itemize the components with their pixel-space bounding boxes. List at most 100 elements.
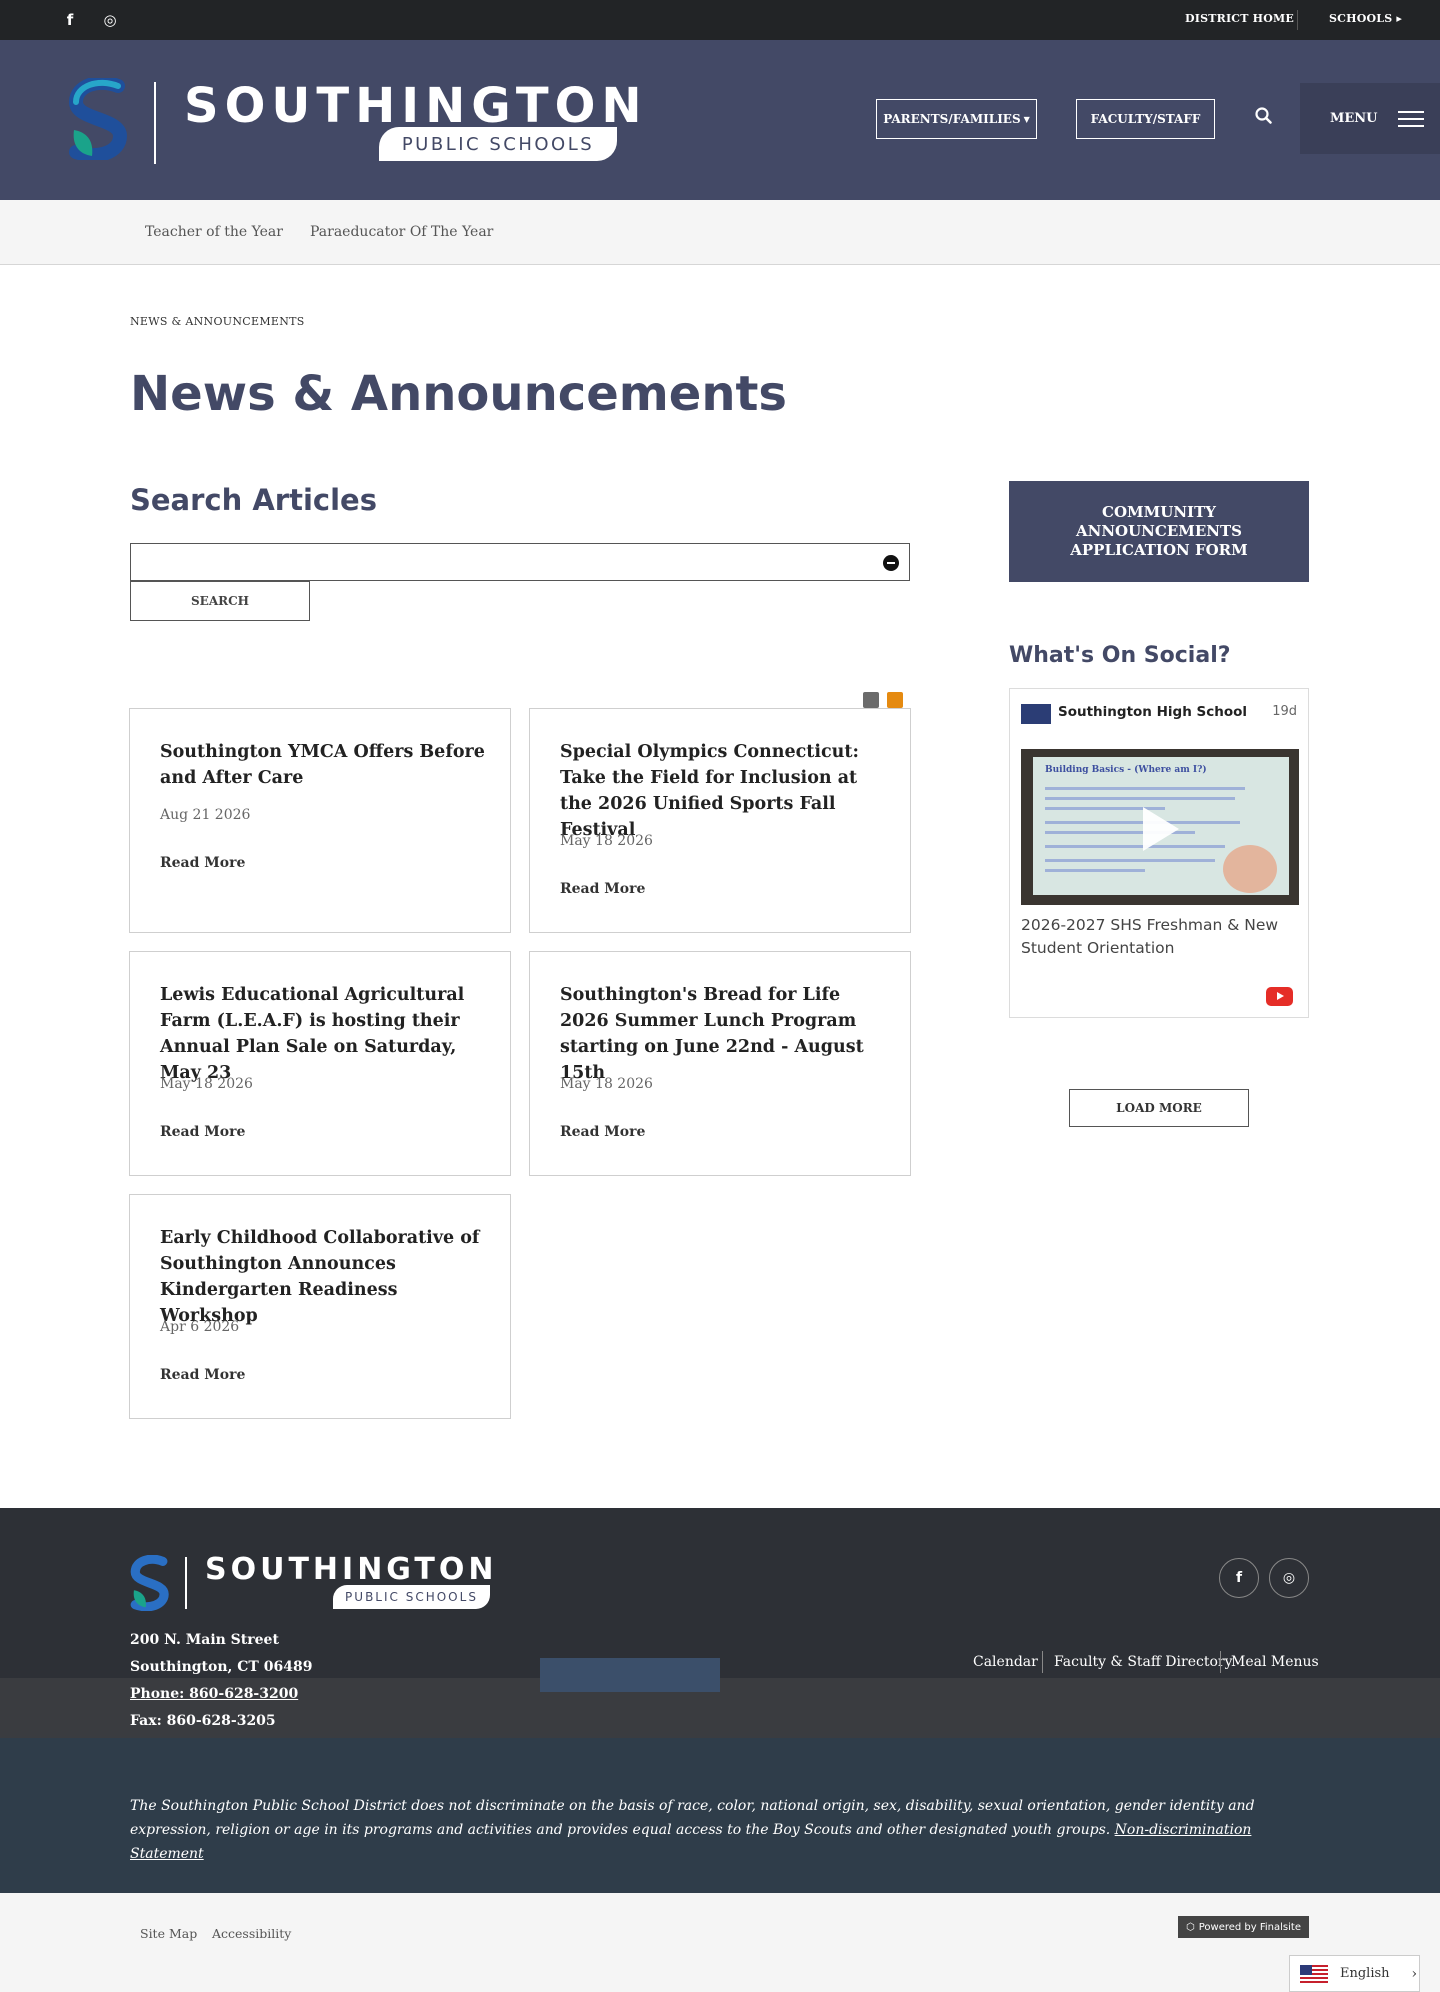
schools-label: SCHOOLS bbox=[1329, 12, 1393, 25]
clear-icon[interactable] bbox=[883, 555, 899, 571]
instagram-icon[interactable]: ◎ bbox=[90, 0, 130, 40]
section-subnav: Teacher of the Year Paraeducator Of The … bbox=[0, 200, 1440, 265]
divider bbox=[1220, 1651, 1221, 1673]
finalsite-icon: ⬡ bbox=[1186, 1921, 1195, 1933]
site-footer: SOUTHINGTON PUBLIC SCHOOLS 200 N. Main S… bbox=[0, 1508, 1440, 1893]
social-heading: What's On Social? bbox=[1009, 643, 1231, 668]
news-card[interactable]: Special Olympics Connecticut: Take the F… bbox=[529, 708, 911, 933]
caret-down-icon: ▼ bbox=[1023, 114, 1030, 124]
logo-wordmark: SOUTHINGTON bbox=[184, 78, 648, 134]
read-more-link[interactable]: Read More bbox=[160, 1124, 245, 1140]
footer-logo[interactable]: SOUTHINGTON PUBLIC SCHOOLS bbox=[130, 1555, 510, 1615]
news-card-title[interactable]: Special Olympics Connecticut: Take the F… bbox=[560, 739, 885, 843]
news-card-title[interactable]: Early Childhood Collaborative of Southin… bbox=[160, 1225, 485, 1329]
search-button[interactable]: SEARCH bbox=[130, 581, 310, 621]
page-title: News & Announcements bbox=[130, 366, 787, 422]
news-card-date: Apr 6 2026 bbox=[160, 1319, 240, 1335]
district-home-link[interactable]: DISTRICT HOME bbox=[1185, 12, 1294, 25]
divider bbox=[1042, 1651, 1043, 1673]
hamburger-icon bbox=[1397, 106, 1424, 132]
schools-dropdown[interactable]: SCHOOLS ▸ bbox=[1329, 12, 1402, 25]
us-flag-icon bbox=[1300, 1964, 1328, 1983]
subnav-teacher-of-the-year[interactable]: Teacher of the Year bbox=[145, 224, 283, 240]
subnav-paraeducator-of-the-year[interactable]: Paraeducator Of The Year bbox=[310, 224, 493, 240]
search-input[interactable] bbox=[130, 543, 910, 581]
utility-bar: f ◎ DISTRICT HOME SCHOOLS ▸ bbox=[0, 0, 1440, 40]
presenter-silhouette bbox=[1223, 845, 1277, 893]
language-label: English bbox=[1340, 1966, 1390, 1981]
powered-label: Powered by Finalsite bbox=[1198, 1921, 1301, 1933]
search-heading: Search Articles bbox=[130, 483, 377, 517]
slide-title: Building Basics - (Where am I?) bbox=[1045, 765, 1207, 775]
news-card-date: May 18 2026 bbox=[560, 833, 653, 849]
community-announcements-button[interactable]: COMMUNITY ANNOUNCEMENTS APPLICATION FORM bbox=[1009, 481, 1309, 582]
footer-link-directory[interactable]: Faculty & Staff Directory bbox=[1054, 1654, 1232, 1670]
news-card[interactable]: Lewis Educational Agricultural Farm (L.E… bbox=[129, 951, 511, 1176]
fax-number: Fax: 860-628-3205 bbox=[130, 1713, 276, 1729]
facebook-icon[interactable]: f bbox=[1219, 1558, 1259, 1598]
post-caption[interactable]: 2026-2027 SHS Freshman & New Student Ori… bbox=[1021, 914, 1301, 960]
post-age: 19d bbox=[1272, 704, 1297, 719]
parents-families-label: PARENTS/FAMILIES bbox=[883, 112, 1021, 126]
search-icon[interactable] bbox=[1254, 106, 1274, 126]
notification-bell-icon[interactable] bbox=[887, 692, 903, 708]
read-more-link[interactable]: Read More bbox=[560, 881, 645, 897]
footer-logo-subtitle: PUBLIC SCHOOLS bbox=[333, 1585, 490, 1609]
instagram-icon[interactable]: ◎ bbox=[1269, 1558, 1309, 1598]
slide-text-line bbox=[1045, 787, 1245, 790]
accessibility-link[interactable]: Accessibility bbox=[212, 1926, 291, 1941]
news-card-title[interactable]: Southington's Bread for Life 2026 Summer… bbox=[560, 982, 885, 1086]
read-more-link[interactable]: Read More bbox=[160, 855, 245, 871]
slide-text-line bbox=[1045, 859, 1215, 862]
slide-text-line bbox=[1045, 845, 1225, 848]
logo-subtitle: PUBLIC SCHOOLS bbox=[379, 127, 617, 161]
account-avatar bbox=[1021, 704, 1051, 724]
footer-logo-wordmark: SOUTHINGTON bbox=[205, 1552, 498, 1587]
slide-text-line bbox=[1045, 869, 1145, 872]
logo-s-icon bbox=[68, 78, 128, 160]
district-logo[interactable]: SOUTHINGTON PUBLIC SCHOOLS bbox=[68, 78, 642, 173]
phone-link[interactable]: Phone: 860-628-3200 bbox=[130, 1686, 298, 1702]
address-street: 200 N. Main Street bbox=[130, 1632, 279, 1648]
youtube-icon[interactable] bbox=[1266, 987, 1293, 1006]
news-card-title[interactable]: Lewis Educational Agricultural Farm (L.E… bbox=[160, 982, 485, 1086]
news-card-date: May 18 2026 bbox=[160, 1076, 253, 1092]
news-card[interactable]: Southington's Bread for Life 2026 Summer… bbox=[529, 951, 911, 1176]
social-post[interactable]: Southington High School 19d Building Bas… bbox=[1009, 688, 1309, 1018]
bottom-bar: Site Map Accessibility ⬡ Powered by Fina… bbox=[0, 1893, 1440, 1992]
video-thumbnail[interactable]: Building Basics - (Where am I?) bbox=[1021, 749, 1299, 905]
read-more-link[interactable]: Read More bbox=[160, 1367, 245, 1383]
chevron-right-icon: › bbox=[1411, 1965, 1418, 1982]
divider bbox=[1297, 10, 1298, 30]
faculty-staff-button[interactable]: FACULTY/STAFF bbox=[1076, 99, 1215, 139]
nondiscrimination-text: The Southington Public School District d… bbox=[130, 1794, 1260, 1866]
play-icon[interactable] bbox=[1143, 807, 1179, 851]
site-header: SOUTHINGTON PUBLIC SCHOOLS PARENTS/FAMIL… bbox=[0, 40, 1440, 200]
site-map-link[interactable]: Site Map bbox=[140, 1926, 197, 1941]
menu-label: MENU bbox=[1330, 111, 1378, 126]
menu-button[interactable]: MENU bbox=[1300, 83, 1440, 154]
slide-text-line bbox=[1045, 797, 1235, 800]
account-name[interactable]: Southington High School bbox=[1058, 704, 1247, 720]
address-city: Southington, CT 06489 bbox=[130, 1659, 313, 1675]
language-selector[interactable]: English › bbox=[1289, 1955, 1420, 1992]
facebook-icon[interactable]: f bbox=[50, 0, 90, 40]
news-card-date: Aug 21 2026 bbox=[160, 807, 251, 823]
news-card-date: May 18 2026 bbox=[560, 1076, 653, 1092]
footer-background bbox=[540, 1658, 720, 1692]
news-card[interactable]: Early Childhood Collaborative of Southin… bbox=[129, 1194, 511, 1419]
news-card[interactable]: Southington YMCA Offers Before and After… bbox=[129, 708, 511, 933]
caret-right-icon: ▸ bbox=[1396, 12, 1403, 25]
logo-divider bbox=[185, 1557, 187, 1609]
load-more-button[interactable]: LOAD MORE bbox=[1069, 1089, 1249, 1127]
read-more-link[interactable]: Read More bbox=[560, 1124, 645, 1140]
disclaimer-body: The Southington Public School District d… bbox=[130, 1798, 1255, 1838]
parents-families-button[interactable]: PARENTS/FAMILIES ▼ bbox=[876, 99, 1037, 139]
news-card-title[interactable]: Southington YMCA Offers Before and After… bbox=[160, 739, 485, 791]
footer-link-calendar[interactable]: Calendar bbox=[973, 1654, 1038, 1670]
rss-icon[interactable] bbox=[863, 692, 879, 708]
footer-link-meal-menus[interactable]: Meal Menus bbox=[1231, 1654, 1319, 1670]
breadcrumb[interactable]: NEWS & ANNOUNCEMENTS bbox=[130, 315, 305, 328]
logo-divider bbox=[154, 82, 156, 164]
powered-by-finalsite-badge[interactable]: ⬡ Powered by Finalsite bbox=[1178, 1916, 1309, 1938]
